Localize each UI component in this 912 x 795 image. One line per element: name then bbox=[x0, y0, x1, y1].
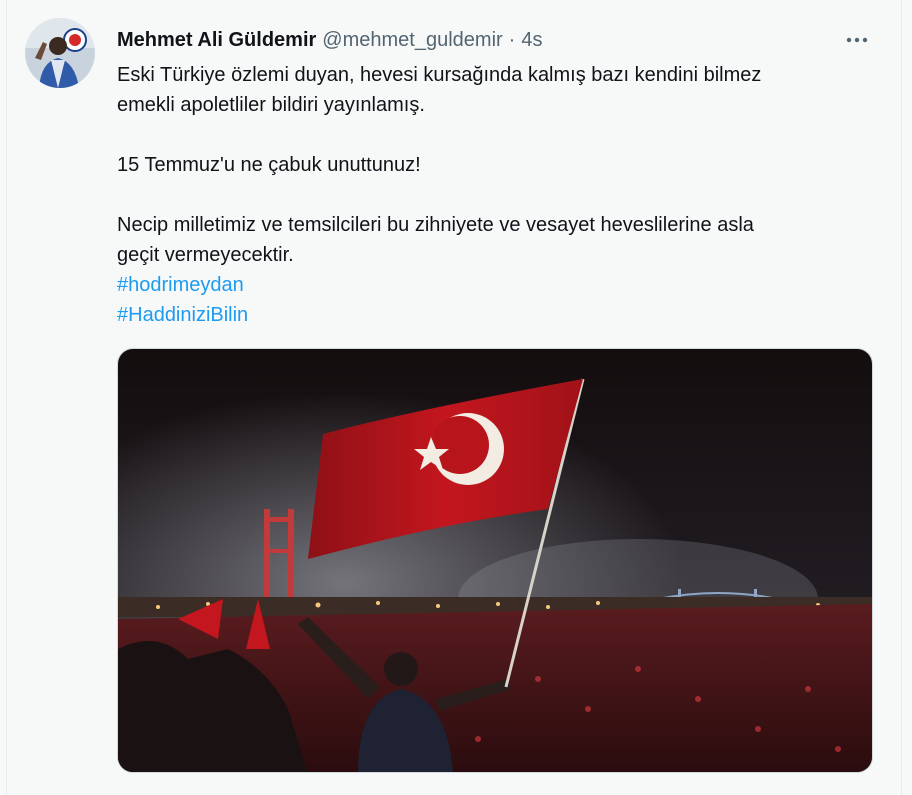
avatar-image bbox=[25, 18, 95, 88]
text-line: Eski Türkiye özlemi duyan, hevesi kursağ… bbox=[117, 64, 762, 86]
text-line: 15 Temmuz'u ne çabuk unuttunuz! bbox=[117, 154, 421, 176]
tweet-media-image[interactable] bbox=[117, 348, 873, 773]
text-line: emekli apoletliler bildiri yayınlamış. bbox=[117, 94, 425, 116]
tweet-card[interactable]: Mehmet Ali Güldemir @mehmet_guldemir · 4… bbox=[6, 0, 902, 795]
more-horizontal-icon bbox=[846, 37, 868, 43]
text-line: Necip milletimiz ve temsilcileri bu zihn… bbox=[117, 214, 754, 236]
author-name[interactable]: Mehmet Ali Güldemir bbox=[117, 29, 316, 52]
tweet-header: Mehmet Ali Güldemir @mehmet_guldemir · 4… bbox=[117, 26, 542, 54]
text-line: geçit vermeyecektir. bbox=[117, 244, 294, 266]
author-handle[interactable]: @mehmet_guldemir bbox=[322, 29, 502, 52]
more-options-button[interactable] bbox=[841, 26, 873, 54]
timestamp[interactable]: 4s bbox=[521, 29, 542, 52]
tweet-text: Eski Türkiye özlemi duyan, hevesi kursağ… bbox=[117, 60, 857, 330]
media-photo bbox=[118, 349, 872, 772]
hashtag-link[interactable]: #HaddiniziBilin bbox=[117, 300, 857, 330]
avatar[interactable] bbox=[25, 18, 95, 88]
hashtag-link[interactable]: #hodrimeydan bbox=[117, 270, 857, 300]
separator-dot: · bbox=[508, 28, 516, 51]
